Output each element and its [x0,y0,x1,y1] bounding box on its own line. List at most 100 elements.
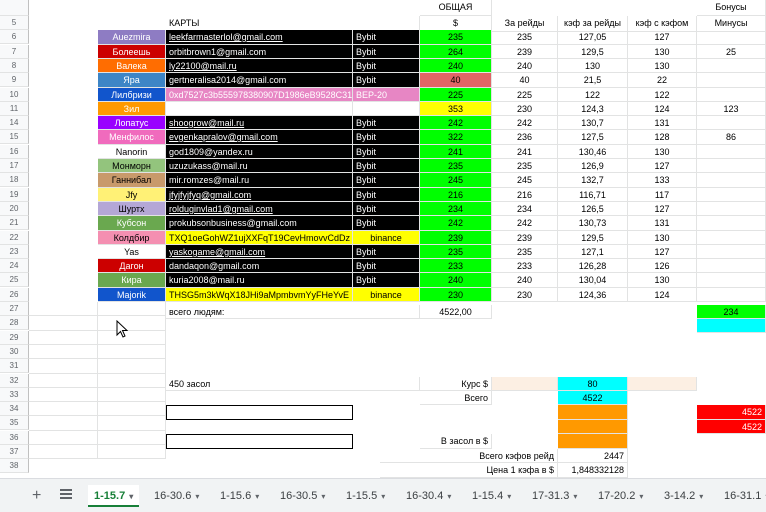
right-value-2[interactable]: 4522 [697,420,766,434]
sheet-tab[interactable]: 1-15.4 ▾ [466,485,517,507]
row-number[interactable]: 22 [0,231,29,245]
coef-rounded-cell[interactable]: 128 [628,130,697,145]
raids-cell[interactable]: 40 [492,73,558,88]
bank-cell[interactable]: Bybit [353,130,420,145]
empty-cell[interactable] [98,374,166,388]
coef-rounded-cell[interactable]: 126 [628,259,697,273]
general-amount-cell[interactable]: 242 [420,116,492,130]
bank-cell[interactable]: Bybit [353,145,420,159]
raids-cell[interactable]: 233 [492,259,558,273]
member-name-cell[interactable]: Majorik [98,288,166,302]
minus-cell[interactable] [697,259,766,273]
empty-cell[interactable] [98,416,166,431]
empty-cell[interactable] [29,302,98,316]
tab-dropdown-arrow-icon[interactable]: ▾ [255,492,259,501]
row-number[interactable]: 16 [0,145,29,159]
bonus-total-cell[interactable]: 234 [697,305,766,319]
general-amount-cell[interactable]: 40 [420,73,492,88]
empty-cell[interactable] [29,316,98,331]
raids-cell[interactable]: 236 [492,130,558,145]
bank-cell[interactable]: Bybit [353,30,420,45]
bank-cell[interactable]: Bybit [353,202,420,216]
sheet-tab[interactable]: 1-15.5 ▾ [340,485,391,507]
general-amount-cell[interactable]: 240 [420,59,492,73]
tab-dropdown-arrow-icon[interactable]: ▾ [321,492,325,501]
general-amount-cell[interactable]: 241 [420,145,492,159]
orange-cell-3[interactable] [558,434,628,449]
minus-cell[interactable] [697,273,766,288]
minus-cell[interactable]: 25 [697,45,766,59]
general-amount-cell[interactable]: 322 [420,130,492,145]
all-sheets-menu-icon[interactable] [60,489,72,501]
coef-cell[interactable]: 129,5 [558,45,628,59]
sheet-tab[interactable]: 3-14.2 ▾ [658,485,709,507]
coef-rounded-cell[interactable]: 133 [628,173,697,188]
row-number[interactable]: 14 [0,116,29,130]
coef-price-value[interactable]: 1,848332128 [558,463,628,478]
raids-cell[interactable]: 235 [492,159,558,173]
coef-cell[interactable]: 130,04 [558,273,628,288]
in-sasol-label[interactable]: В засол в $ [420,434,492,449]
coef-cell[interactable]: 127,1 [558,245,628,259]
row-number[interactable]: 34 [0,402,29,416]
member-name-cell[interactable]: Кира [98,273,166,288]
coef-rounded-cell[interactable]: 124 [628,102,697,116]
tab-dropdown-arrow-icon[interactable]: ▾ [699,492,703,501]
coef-cell[interactable]: 130 [558,59,628,73]
sheet-tab[interactable]: 16-31.1▾ [718,485,766,507]
row-number[interactable]: 31 [0,359,29,373]
row-number[interactable]: 28 [0,316,29,330]
card-cell[interactable]: leekfarmasterlol@gmail.com [166,30,353,45]
bank-cell[interactable]: Bybit [353,245,420,259]
coef-cell[interactable]: 127,05 [558,30,628,45]
general-amount-cell[interactable]: 235 [420,245,492,259]
card-cell[interactable]: evgenkapralov@gmail.com [166,130,353,145]
row-number[interactable]: 36 [0,431,29,445]
member-name-cell[interactable]: Дагон [98,259,166,273]
card-cell[interactable]: ly22100@mail.ru [166,59,353,73]
row-number[interactable]: 21 [0,216,29,230]
raids-cell[interactable]: 240 [492,59,558,73]
row-number[interactable]: 8 [0,59,29,73]
minus-cell[interactable] [697,145,766,159]
member-name-cell[interactable]: Ганнибал [98,173,166,188]
empty-cell[interactable] [29,402,98,416]
coef-cell[interactable]: 130,46 [558,145,628,159]
total-people-value[interactable]: 4522,00 [420,305,492,319]
member-name-cell[interactable]: Auezmira [98,30,166,45]
minus-cell[interactable] [697,173,766,188]
row-number[interactable]: 7 [0,45,29,59]
empty-cell[interactable] [98,302,166,316]
member-name-cell[interactable]: Менфилос [98,130,166,145]
general-amount-cell[interactable]: 353 [420,102,492,116]
coef-cell[interactable]: 124,3 [558,102,628,116]
card-cell[interactable]: TXQ1oeGohWZ1ujXXFqT19CevHmovvCdDz [166,231,353,245]
card-cell[interactable]: mir.romzes@mail.ru [166,173,353,188]
card-cell[interactable]: gertneralisa2014@gmail.com [166,73,353,88]
raids-cell[interactable]: 230 [492,288,558,302]
minus-cell[interactable]: 123 [697,102,766,116]
member-name-cell[interactable]: Монморн [98,159,166,173]
sheet-tab[interactable]: 16-30.6 ▾ [148,485,205,507]
coef-price-label[interactable]: Цена 1 кэфа в $ [380,463,558,478]
orange-cell-1[interactable] [558,405,628,420]
tab-dropdown-arrow-icon[interactable]: ▾ [381,492,385,501]
bank-cell[interactable]: Bybit [353,73,420,88]
general-amount-cell[interactable]: 233 [420,259,492,273]
bank-cell[interactable]: Bybit [353,216,420,231]
outlined-box-2[interactable] [166,434,353,449]
minus-cell[interactable] [697,202,766,216]
bank-cell[interactable]: Bybit [353,116,420,130]
minus-cell[interactable] [697,116,766,130]
empty-cell[interactable] [98,402,166,416]
card-cell[interactable]: jfyjfyjfyq@gmail.com [166,188,353,202]
coef-rounded-cell[interactable]: 130 [628,59,697,73]
card-cell[interactable]: god1809@yandex.ru [166,145,353,159]
row-number[interactable]: 29 [0,331,29,345]
coef-total-label[interactable]: Всего кэфов рейд [380,449,558,463]
card-cell[interactable]: THSG5m3kWqX18JHi9aMpmbvmYyFHeYvE [166,288,353,302]
minus-cell[interactable] [697,216,766,231]
row-number[interactable]: 35 [0,416,29,430]
general-amount-cell[interactable]: 234 [420,202,492,216]
general-amount-cell[interactable]: 242 [420,216,492,231]
